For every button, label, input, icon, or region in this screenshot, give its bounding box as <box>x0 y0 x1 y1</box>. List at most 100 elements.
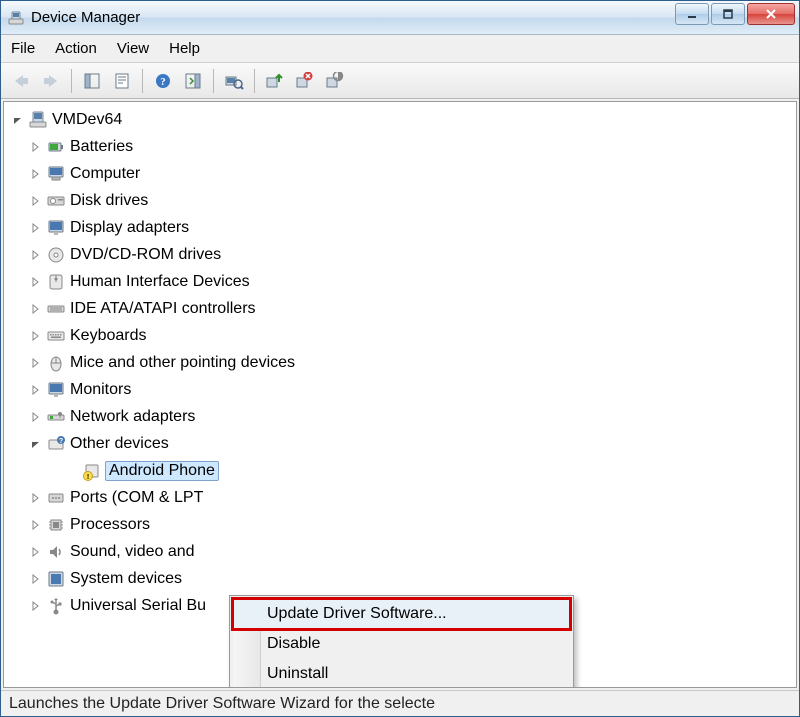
menu-file[interactable]: File <box>11 40 35 57</box>
tree-node-hid[interactable]: Human Interface Devices <box>4 268 796 295</box>
menu-action[interactable]: Action <box>55 40 97 57</box>
svg-text:!: ! <box>87 474 89 481</box>
tree-node-batteries[interactable]: Batteries <box>4 133 796 160</box>
disk-drives-icon <box>46 191 66 211</box>
tree-node-sound[interactable]: Sound, video and <box>4 538 796 565</box>
batteries-icon <box>46 137 66 157</box>
toolbar: ? <box>1 63 799 99</box>
tree-node-dvd-cdrom[interactable]: DVD/CD-ROM drives <box>4 241 796 268</box>
toolbar-separator <box>71 69 72 93</box>
window-title: Device Manager <box>31 9 140 26</box>
expander-icon[interactable] <box>28 166 44 182</box>
tree-node-label: Android Phone <box>105 461 219 481</box>
tree-node-label: Computer <box>70 165 140 183</box>
menubar: File Action View Help <box>1 35 799 63</box>
expander-icon[interactable] <box>28 409 44 425</box>
toolbar-separator <box>142 69 143 93</box>
other-devices-icon: ? <box>46 434 66 454</box>
scan-hardware-button[interactable] <box>220 67 248 95</box>
expander-icon[interactable] <box>28 355 44 371</box>
device-warning-icon: ! <box>82 461 102 481</box>
tree-node-ports[interactable]: Ports (COM & LPT <box>4 484 796 511</box>
show-console-tree-button[interactable] <box>78 67 106 95</box>
tree-node-display-adapters[interactable]: Display adapters <box>4 214 796 241</box>
window-controls <box>673 3 795 25</box>
tree-node-monitors[interactable]: Monitors <box>4 376 796 403</box>
tree-node-ide[interactable]: IDE ATA/ATAPI controllers <box>4 295 796 322</box>
disable-button[interactable] <box>321 67 349 95</box>
hid-icon <box>46 272 66 292</box>
network-icon <box>46 407 66 427</box>
tree-node-label: Keyboards <box>70 327 147 345</box>
ide-icon <box>46 299 66 319</box>
context-menu-item[interactable]: Uninstall <box>233 659 570 688</box>
expander-icon[interactable] <box>28 328 44 344</box>
expander-icon[interactable] <box>28 517 44 533</box>
computer-icon <box>28 110 48 130</box>
help-button[interactable]: ? <box>149 67 177 95</box>
expander-icon[interactable] <box>28 382 44 398</box>
expander-icon[interactable] <box>10 112 26 128</box>
tree-node-label: Network adapters <box>70 408 195 426</box>
action-pane-button[interactable] <box>179 67 207 95</box>
tree-node-system[interactable]: System devices <box>4 565 796 592</box>
tree-node-label: Mice and other pointing devices <box>70 354 295 372</box>
expander-icon[interactable] <box>28 301 44 317</box>
minimize-button[interactable] <box>675 3 709 25</box>
tree-node-label: Ports (COM & LPT <box>70 489 203 507</box>
menu-help[interactable]: Help <box>169 40 200 57</box>
system-icon <box>46 569 66 589</box>
tree-node-label: Sound, video and <box>70 543 195 561</box>
tree-node-label: DVD/CD-ROM drives <box>70 246 221 264</box>
tree-node-processors[interactable]: Processors <box>4 511 796 538</box>
expander-icon[interactable] <box>28 598 44 614</box>
expander-icon[interactable] <box>28 544 44 560</box>
keyboards-icon <box>46 326 66 346</box>
uninstall-button[interactable] <box>291 67 319 95</box>
context-menu-item[interactable]: Disable <box>233 629 570 659</box>
usb-icon <box>46 596 66 616</box>
tree-node-network[interactable]: Network adapters <box>4 403 796 430</box>
tree-node-label: Universal Serial Bu <box>70 597 206 615</box>
forward-button <box>37 67 65 95</box>
ports-icon <box>46 488 66 508</box>
tree-root-node[interactable]: VMDev64 <box>4 106 796 133</box>
tree-node-android-phone[interactable]: ! Android Phone <box>4 457 796 484</box>
context-menu-item[interactable]: Update Driver Software... <box>233 599 570 629</box>
update-driver-button[interactable] <box>261 67 289 95</box>
close-button[interactable] <box>747 3 795 25</box>
device-tree[interactable]: VMDev64 Batteries Computer Disk drives D… <box>3 101 797 688</box>
tree-node-label: Monitors <box>70 381 131 399</box>
expander-icon[interactable] <box>28 247 44 263</box>
tree-node-mice[interactable]: Mice and other pointing devices <box>4 349 796 376</box>
tree-node-keyboards[interactable]: Keyboards <box>4 322 796 349</box>
back-button <box>7 67 35 95</box>
expander-icon[interactable] <box>28 571 44 587</box>
expander-spacer <box>64 463 80 479</box>
tree-node-disk-drives[interactable]: Disk drives <box>4 187 796 214</box>
svg-text:?: ? <box>160 76 166 88</box>
tree-node-label: Human Interface Devices <box>70 273 250 291</box>
tree-node-label: Display adapters <box>70 219 189 237</box>
tree-node-computer[interactable]: Computer <box>4 160 796 187</box>
expander-icon[interactable] <box>28 274 44 290</box>
tree-node-label: Processors <box>70 516 150 534</box>
maximize-button[interactable] <box>711 3 745 25</box>
tree-node-label: System devices <box>70 570 182 588</box>
toolbar-separator <box>213 69 214 93</box>
tree-node-label: IDE ATA/ATAPI controllers <box>70 300 256 318</box>
expander-icon[interactable] <box>28 193 44 209</box>
expander-icon[interactable] <box>28 436 44 452</box>
expander-icon[interactable] <box>28 139 44 155</box>
properties-button[interactable] <box>108 67 136 95</box>
sound-icon <box>46 542 66 562</box>
svg-text:?: ? <box>59 438 63 445</box>
context-menu: Update Driver Software...DisableUninstal… <box>229 595 574 688</box>
tree-node-other-devices[interactable]: ? Other devices <box>4 430 796 457</box>
mice-icon <box>46 353 66 373</box>
dvd-cdrom-icon <box>46 245 66 265</box>
expander-icon[interactable] <box>28 490 44 506</box>
tree-node-label: Batteries <box>70 138 133 156</box>
menu-view[interactable]: View <box>117 40 149 57</box>
expander-icon[interactable] <box>28 220 44 236</box>
